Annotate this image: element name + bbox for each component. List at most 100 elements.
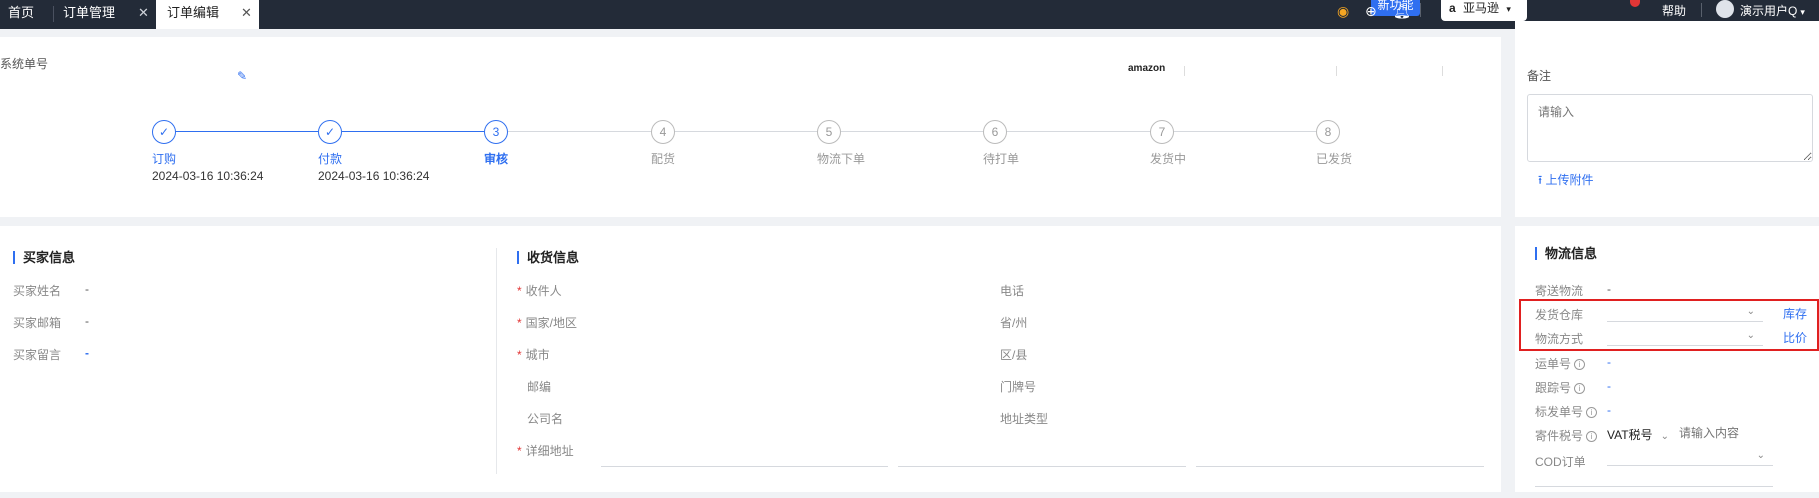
step-5-label: 物流下单: [817, 152, 866, 166]
tab-order-management[interactable]: 订单管理 ✕: [54, 0, 154, 29]
phone-label: 电话: [1000, 284, 1025, 298]
address-label: * 详细地址: [517, 444, 574, 458]
support-icon[interactable]: ◉: [1337, 3, 1349, 19]
recipient-label: * 收件人: [517, 284, 562, 298]
step-3-label: 审核: [484, 152, 509, 166]
tax-type-select[interactable]: VAT税号 ⌄: [1607, 426, 1669, 443]
remark-title: 备注: [1527, 69, 1552, 83]
carrier-value: -: [1607, 282, 1611, 296]
system-number-label: 系统单号: [0, 57, 49, 71]
info-icon[interactable]: i: [1574, 359, 1586, 371]
divider: [1442, 66, 1443, 76]
divider: [496, 248, 497, 474]
order-status-card: 系统单号 ✎ amazon: [0, 37, 1501, 217]
divider: [1336, 66, 1337, 76]
tab-order-edit[interactable]: 订单编辑 ✕: [156, 0, 259, 29]
platform-selector-label: 亚马逊: [1463, 1, 1500, 15]
buyer-email-value: -: [85, 314, 89, 328]
upload-icon: ⭱: [1538, 173, 1543, 187]
step-1-label: 订购: [152, 152, 177, 166]
notification-badge: [1630, 0, 1640, 7]
remark-input[interactable]: [1527, 94, 1813, 162]
province-label: 省/州: [1000, 316, 1028, 330]
step-1: ✓: [152, 120, 176, 144]
info-card: 买家信息 买家姓名 - 买家邮箱 - 买家留言 - 收货信息 * 收件人 * 国家/…: [0, 226, 1501, 492]
step-2-time: 2024-03-16 10:36:24: [318, 169, 430, 183]
step-6-label: 待打单: [983, 152, 1020, 166]
user-name: 演示用户Q: [1740, 4, 1798, 18]
waybill-value: -: [1607, 355, 1611, 369]
edit-icon[interactable]: ✎: [237, 69, 247, 83]
progress-line: [164, 131, 318, 132]
tracking-label: 跟踪号 i: [1535, 379, 1586, 396]
address-type-label: 地址类型: [1000, 412, 1049, 426]
address-line-3-input[interactable]: [1196, 466, 1484, 467]
info-icon[interactable]: i: [1574, 383, 1586, 395]
tab-home[interactable]: 首页: [0, 0, 52, 29]
download-icon[interactable]: ⊕: [1365, 3, 1377, 19]
logistics-card: 物流信息 寄送物流 - 发货仓库 ⌄ 库存 物流方式 ⌄ 比价 运单号 i - 跟…: [1515, 226, 1819, 492]
step-8-label: 已发货: [1316, 152, 1353, 166]
tax-id-input[interactable]: [1679, 424, 1789, 442]
info-icon[interactable]: i: [1586, 431, 1598, 443]
avatar[interactable]: [1716, 0, 1734, 18]
tab-order-management-label: 订单管理: [63, 5, 116, 20]
warehouse-select[interactable]: ⌄: [1607, 304, 1763, 322]
logistics-info-title: 物流信息: [1535, 247, 1597, 260]
step-3: 3: [484, 120, 508, 144]
platform-selector[interactable]: a 亚马逊 ▾: [1441, 0, 1527, 21]
mark-number-label: 标发单号 i: [1535, 403, 1598, 420]
chevron-down-icon: ▾: [1800, 7, 1805, 17]
step-2-label: 付款: [318, 152, 343, 166]
waybill-label: 运单号 i: [1535, 355, 1586, 372]
city-label: * 城市: [517, 348, 550, 362]
help-link[interactable]: 帮助: [1662, 2, 1686, 19]
inventory-link[interactable]: 库存: [1783, 305, 1807, 322]
buyer-name-value: -: [85, 282, 89, 296]
chevron-down-icon: ▾: [1506, 4, 1511, 14]
upload-attachment-link[interactable]: ⭱ 上传附件: [1538, 171, 1594, 192]
cod-label: COD订单: [1535, 455, 1586, 469]
tab-order-edit-label: 订单编辑: [167, 5, 220, 20]
user-menu[interactable]: 演示用户Q ▾: [1740, 2, 1805, 19]
top-divider: [1701, 3, 1702, 17]
chevron-down-icon: ⌄: [1746, 330, 1755, 341]
address-line-2-input[interactable]: [898, 466, 1186, 467]
tax-id-label: 寄件税号 i: [1535, 427, 1598, 444]
mark-number-value: -: [1607, 403, 1611, 417]
buyer-message-value[interactable]: -: [85, 346, 89, 360]
shipping-info-title: 收货信息: [517, 251, 579, 264]
postcode-label: 邮编: [527, 380, 552, 394]
warehouse-label: 发货仓库: [1535, 308, 1584, 322]
bell-icon[interactable]: 🔔︎: [1393, 3, 1411, 19]
step-7: 7: [1150, 120, 1174, 144]
progress-line: [342, 131, 484, 132]
step-2: ✓: [318, 120, 342, 144]
carrier-label: 寄送物流: [1535, 284, 1584, 298]
step-4: 4: [651, 120, 675, 144]
address-line-1-input[interactable]: [601, 466, 888, 467]
cod-select[interactable]: ⌄: [1607, 448, 1773, 466]
shipping-method-select[interactable]: ⌄: [1607, 328, 1763, 346]
buyer-name-label: 买家姓名: [13, 284, 62, 298]
tax-type-value: VAT税号: [1607, 428, 1653, 442]
tab-home-label: 首页: [8, 5, 35, 20]
compare-price-link[interactable]: 比价: [1783, 329, 1807, 346]
close-icon[interactable]: ✕: [138, 0, 149, 25]
house-number-label: 门牌号: [1000, 380, 1037, 394]
chevron-down-icon: ⌄: [1756, 450, 1765, 461]
step-7-label: 发货中: [1150, 152, 1187, 166]
step-4-label: 配货: [651, 152, 676, 166]
chevron-down-icon: ⌄: [1660, 431, 1669, 442]
district-label: 区/县: [1000, 348, 1028, 362]
step-5: 5: [817, 120, 841, 144]
chevron-down-icon: ⌄: [1746, 306, 1755, 317]
company-label: 公司名: [527, 412, 564, 426]
divider: [1184, 66, 1185, 76]
info-icon[interactable]: i: [1586, 407, 1598, 419]
country-label: * 国家/地区: [517, 316, 578, 330]
amazon-logo: amazon: [1128, 63, 1166, 74]
step-6: 6: [983, 120, 1007, 144]
close-icon[interactable]: ✕: [241, 0, 252, 25]
tracking-value: -: [1607, 379, 1611, 393]
